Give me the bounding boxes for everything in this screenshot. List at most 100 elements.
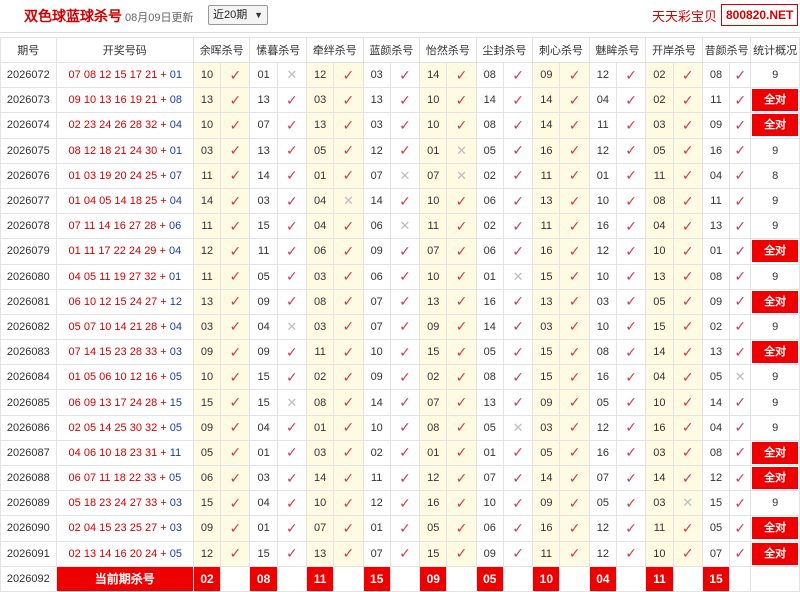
kill-value: 14 <box>249 162 278 189</box>
check-icon: ✓ <box>389 389 421 416</box>
plus-sign: + <box>157 547 170 560</box>
check-icon: ✓ <box>729 137 752 164</box>
kill-value: 14 <box>192 187 222 215</box>
kill-value: 03 <box>249 464 278 492</box>
current-kill-value: 11 <box>306 565 335 592</box>
kill-value: 03 <box>645 490 674 517</box>
check-icon: ✓ <box>276 339 308 366</box>
stat-summary: 全对 <box>750 238 800 265</box>
stat-count: 8 <box>772 169 779 182</box>
cross-icon: ✕ <box>446 162 477 189</box>
check-icon: ✓ <box>389 137 421 164</box>
stat-summary: 9 <box>750 364 800 391</box>
stat-summary: 9 <box>750 490 800 517</box>
chevron-down-icon: ▼ <box>254 10 263 20</box>
check-icon: ✓ <box>502 515 534 542</box>
kill-value: 10 <box>306 490 335 517</box>
kill-value: 13 <box>475 389 504 416</box>
check-icon: ✓ <box>672 339 703 366</box>
blue-ball: 11 <box>169 446 182 459</box>
check-icon: ✓ <box>502 213 534 240</box>
check-icon: ✓ <box>220 439 251 467</box>
check-icon: ✓ <box>672 364 703 391</box>
check-icon: ✓ <box>559 112 590 139</box>
period-number: 2026085 <box>0 389 57 416</box>
kill-value: 02 <box>362 439 391 467</box>
plus-sign: + <box>157 119 170 132</box>
kill-value: 14 <box>475 87 504 114</box>
check-icon: ✓ <box>729 288 752 315</box>
check-icon: ✓ <box>446 414 477 441</box>
check-icon: ✓ <box>333 162 364 189</box>
kill-value: 08 <box>419 414 448 441</box>
table-row: 2026088 06 07 11 18 22 33 + 05 06 ✓ 03 ✓ 14 ✓ 11… <box>0 464 800 492</box>
check-icon: ✓ <box>502 238 534 265</box>
kill-value: 06 <box>362 213 391 240</box>
kill-value: 07 <box>362 540 391 567</box>
all-right-badge: 全对 <box>752 114 799 137</box>
kill-value: 08 <box>701 439 731 467</box>
check-icon: ✓ <box>502 439 534 467</box>
check-icon: ✓ <box>220 61 251 89</box>
check-icon: ✓ <box>389 238 421 265</box>
kill-value: 06 <box>362 263 391 290</box>
table-row: 2026072 07 08 12 15 17 21 + 01 10 ✓ 01 ✕ 12 ✓ 03… <box>0 61 800 89</box>
kill-value: 16 <box>532 137 561 164</box>
check-icon: ✓ <box>672 213 703 240</box>
draw-numbers: 01 03 19 20 24 25 + 07 <box>55 162 194 189</box>
check-icon: ✓ <box>220 112 251 139</box>
blue-ball: 15 <box>169 396 183 409</box>
check-icon: ✓ <box>446 490 477 517</box>
kill-value: 03 <box>192 313 222 341</box>
check-icon: ✓ <box>446 87 477 114</box>
check-icon: ✓ <box>446 213 477 240</box>
period-number: 2026073 <box>0 87 57 114</box>
kill-value: 04 <box>306 213 335 240</box>
kill-value: 03 <box>532 414 561 441</box>
period-select[interactable]: 近20期 ▼ <box>208 5 268 25</box>
check-icon: ✓ <box>729 540 752 567</box>
kill-value: 10 <box>192 61 222 89</box>
all-right-badge: 全对 <box>752 341 799 364</box>
check-icon: ✓ <box>616 162 647 189</box>
check-icon: ✓ <box>559 238 590 265</box>
kill-value: 12 <box>588 137 618 164</box>
check-icon: ✓ <box>502 364 534 391</box>
kill-value: 10 <box>419 187 448 215</box>
check-icon: ✓ <box>389 61 421 89</box>
current-kill-value: 05 <box>475 565 504 592</box>
kill-value: 09 <box>249 288 278 315</box>
kill-value: 09 <box>532 490 561 517</box>
check-icon: ✓ <box>276 288 308 315</box>
check-icon: ✓ <box>446 339 477 366</box>
plus-sign: + <box>156 245 169 258</box>
check-icon: ✓ <box>446 61 477 89</box>
red-balls: 02 05 14 25 30 32 <box>68 421 158 434</box>
plus-sign: + <box>157 144 170 157</box>
check-icon: ✓ <box>333 515 364 542</box>
stat-summary: 9 <box>750 137 800 164</box>
check-icon: ✓ <box>333 414 364 441</box>
kill-value: 07 <box>419 238 448 265</box>
check-icon: ✓ <box>559 288 590 315</box>
kill-value: 14 <box>362 389 391 416</box>
site-link[interactable]: 800820.NET <box>721 4 799 26</box>
table-row: 2026073 09 10 13 16 19 21 + 08 13 ✓ 13 ✓ 03 ✓ 13… <box>0 87 800 114</box>
kill-value: 09 <box>362 364 391 391</box>
kill-value: 05 <box>532 439 561 467</box>
plus-sign: + <box>156 270 169 283</box>
kill-value: 12 <box>192 238 222 265</box>
period-number: 2026086 <box>0 414 57 441</box>
check-icon: ✓ <box>333 137 364 164</box>
kill-value: 01 <box>249 61 278 89</box>
all-right-badge: 全对 <box>752 441 799 464</box>
check-icon: ✓ <box>333 87 364 114</box>
kill-value: 16 <box>588 213 618 240</box>
current-kill-value: 04 <box>588 565 618 592</box>
blue-ball: 04 <box>169 195 183 208</box>
draw-numbers: 01 04 05 14 18 25 + 04 <box>55 187 194 215</box>
check-icon: ✓ <box>616 213 647 240</box>
check-icon: ✓ <box>729 313 752 341</box>
check-icon: ✓ <box>333 389 364 416</box>
red-balls: 01 11 17 22 24 29 <box>68 245 157 258</box>
